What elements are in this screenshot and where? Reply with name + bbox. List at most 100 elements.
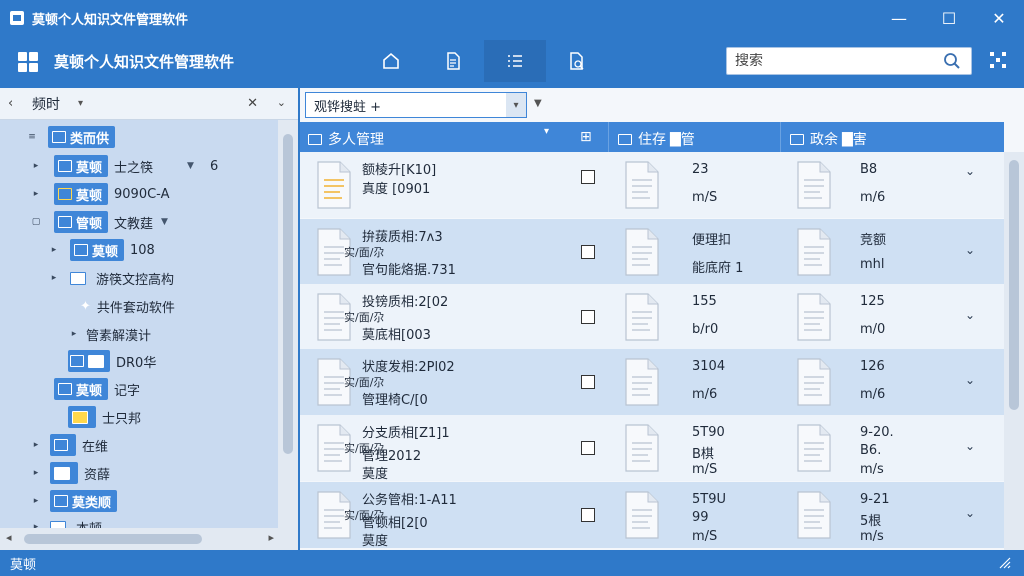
file-icon (794, 490, 834, 540)
tree-item-label: 9090C-A (114, 186, 170, 202)
tree-expander[interactable]: ▸ (48, 245, 60, 255)
column-header-storage[interactable]: 住存 ▇ 管 (618, 129, 695, 149)
expand-row-icon[interactable]: ⌄ (965, 506, 975, 520)
minimize-button[interactable]: — (874, 0, 924, 36)
tree-expander[interactable]: ≡ (26, 132, 38, 142)
file-list-pane: 观铧搜蛀 + ▾ ▼ 多人管理 ▾ ⊞ 住存 ▇ 管 政余 ▇ 害 额棱升[K10] 真度… (300, 88, 1024, 550)
tree-horizontal-scrollbar[interactable]: ◂ ▸ (0, 528, 298, 550)
scroll-left-icon[interactable]: ◂ (6, 531, 12, 544)
scroll-thumb[interactable] (283, 134, 293, 454)
tree-item[interactable]: ▸ 游筷文控高构 (48, 265, 278, 291)
close-button[interactable]: ✕ (974, 0, 1024, 36)
table-row[interactable]: 分支质相[Z1]1 实/面/尕 管理2012 莫度 5T90 B棋 m/S 9-20. B6. m… (300, 415, 1004, 482)
table-row[interactable]: 公务管相:1-A11 实/面/尕 管顿相[2[0 莫度 5T9U 99 m/S 9-21 5根 m… (300, 482, 1004, 549)
tree-item[interactable]: ▸ 资薛 (30, 460, 278, 486)
folder-icon (50, 520, 66, 528)
sort-icon[interactable]: ▾ (544, 126, 549, 137)
search-input[interactable] (727, 53, 927, 69)
document-icon: ▇ (670, 131, 681, 147)
tree-vertical-scrollbar[interactable] (278, 120, 298, 528)
storage-value: 3104 (692, 359, 726, 374)
tree-item[interactable]: ≡ 类而供 (26, 124, 278, 150)
tree-item[interactable]: 士只邦 (56, 404, 278, 430)
chevron-down-icon[interactable]: ▼ (187, 161, 194, 171)
file-icon (622, 160, 662, 210)
home-icon (383, 52, 399, 69)
storage-unit: m/S (692, 529, 718, 544)
tree-expander[interactable]: ▸ (30, 189, 42, 199)
policy-value: 126 (860, 359, 885, 374)
tree-expander[interactable]: ▸ (30, 496, 42, 506)
row-checkbox[interactable] (581, 441, 595, 455)
table-row[interactable]: 状度发相:2Pl02 实/面/尕 管理椅C/[0 3104 m/6 126 m/6 ⌄ (300, 349, 1004, 415)
tree-item[interactable]: ▸ 管素解漠计 (68, 321, 278, 347)
scroll-right-icon[interactable]: ▸ (268, 531, 274, 544)
row-checkbox[interactable] (581, 375, 595, 389)
tree-item[interactable]: ▸ 本顿 (30, 514, 278, 528)
file-search-button[interactable] (546, 40, 608, 82)
document-button[interactable] (422, 40, 484, 82)
tree-expander[interactable]: ▸ (48, 273, 60, 283)
file-meta: 实/面/尕 (344, 246, 385, 259)
window-controls: — ☐ ✕ (874, 0, 1024, 36)
column-header-policy[interactable]: 政余 ▇ 害 (790, 129, 867, 149)
file-list-vertical-scrollbar[interactable] (1004, 152, 1024, 550)
app-grid-icon[interactable] (18, 52, 38, 72)
chevron-down-icon[interactable]: ▾ (78, 98, 83, 109)
back-button[interactable]: ‹ (8, 96, 22, 111)
tree-item[interactable]: 莫顿 记字 (36, 376, 278, 402)
policy-value: 竞额 (860, 233, 887, 248)
row-checkbox[interactable] (581, 310, 595, 324)
tree-expander[interactable]: ▸ (30, 161, 42, 171)
tree-expander[interactable]: ▸ (68, 329, 80, 339)
tag-icon (54, 495, 68, 507)
policy-unit: m/s (860, 462, 884, 477)
tree-expander[interactable]: ▸ (30, 440, 42, 450)
maximize-button[interactable]: ☐ (924, 0, 974, 36)
row-checkbox[interactable] (581, 170, 595, 184)
resize-grip-icon[interactable] (998, 556, 1012, 570)
filter-select[interactable]: 观铧搜蛀 + ▾ (305, 92, 527, 118)
column-header: 多人管理 ▾ ⊞ 住存 ▇ 管 政余 ▇ 害 (300, 122, 1004, 152)
search-icon[interactable] (943, 52, 961, 70)
expand-row-icon[interactable]: ⌄ (965, 243, 975, 257)
scroll-thumb[interactable] (24, 534, 202, 544)
expand-row-icon[interactable]: ⌄ (965, 308, 975, 322)
table-row[interactable]: 额棱升[K10] 真度 [0901 23 m/S B8 m/6 ⌄ (300, 152, 1004, 218)
expand-row-icon[interactable]: ⌄ (965, 373, 975, 387)
tree-item[interactable]: ▸ 莫顿 108 (48, 237, 278, 263)
home-button[interactable] (360, 40, 422, 82)
table-row[interactable]: 拚菝质相:7ʌ3 实/面/尕 官句能烙据.731 便理扣 能底府 1 竞额 mhl ⌄ (300, 219, 1004, 285)
close-pane-button[interactable]: ✕ (247, 96, 258, 111)
collapse-pane-button[interactable]: ⌄ (277, 96, 286, 109)
table-row[interactable]: 投镑质相:2[02 实/面/尕 莫底相[003 155 b/r0 125 m/0 ⌄ (300, 284, 1004, 350)
column-options-icon[interactable]: ⊞ (580, 129, 592, 145)
expand-row-icon[interactable]: ⌄ (965, 164, 975, 178)
file-title: 投镑质相:2[02 (362, 295, 449, 310)
scroll-thumb[interactable] (1009, 160, 1019, 410)
column-header-name[interactable]: 多人管理 (308, 129, 384, 149)
tree-item[interactable]: ✦ 共件套动软件 (68, 293, 278, 319)
tree-item[interactable]: DR0华 (56, 348, 278, 374)
chevron-down-icon[interactable]: ▼ (534, 98, 542, 109)
tree-item[interactable]: ▸ 莫顿 9090C-A (30, 181, 278, 207)
chevron-down-icon[interactable]: ▾ (506, 93, 526, 117)
more-options-icon[interactable] (988, 50, 1008, 70)
tree-item[interactable]: ▸ 莫顿 士之筷 ▼ 6 (30, 153, 278, 179)
tree-item[interactable]: ▸ 莫类顺 (30, 488, 278, 514)
tree-item-label: 士之筷 (114, 160, 154, 176)
tag-icon (74, 244, 88, 256)
list-view-button[interactable] (484, 40, 546, 82)
file-detail: 莫度 (362, 534, 389, 549)
tree-item[interactable]: ▸ 在维 (30, 432, 278, 458)
row-checkbox[interactable] (581, 508, 595, 522)
file-icon (622, 423, 662, 473)
tree-tag: 管顿 (54, 211, 109, 233)
tree-expander[interactable]: ▢ (30, 217, 42, 227)
expand-row-icon[interactable]: ⌄ (965, 439, 975, 453)
tree-expander[interactable]: ▸ (30, 468, 42, 478)
chevron-down-icon[interactable]: ▼ (161, 217, 168, 227)
file-detail: 管理椅C/[0 (362, 393, 428, 408)
tree-item[interactable]: ▢ 管顿 文教莛 ▼ (30, 209, 278, 235)
row-checkbox[interactable] (581, 245, 595, 259)
